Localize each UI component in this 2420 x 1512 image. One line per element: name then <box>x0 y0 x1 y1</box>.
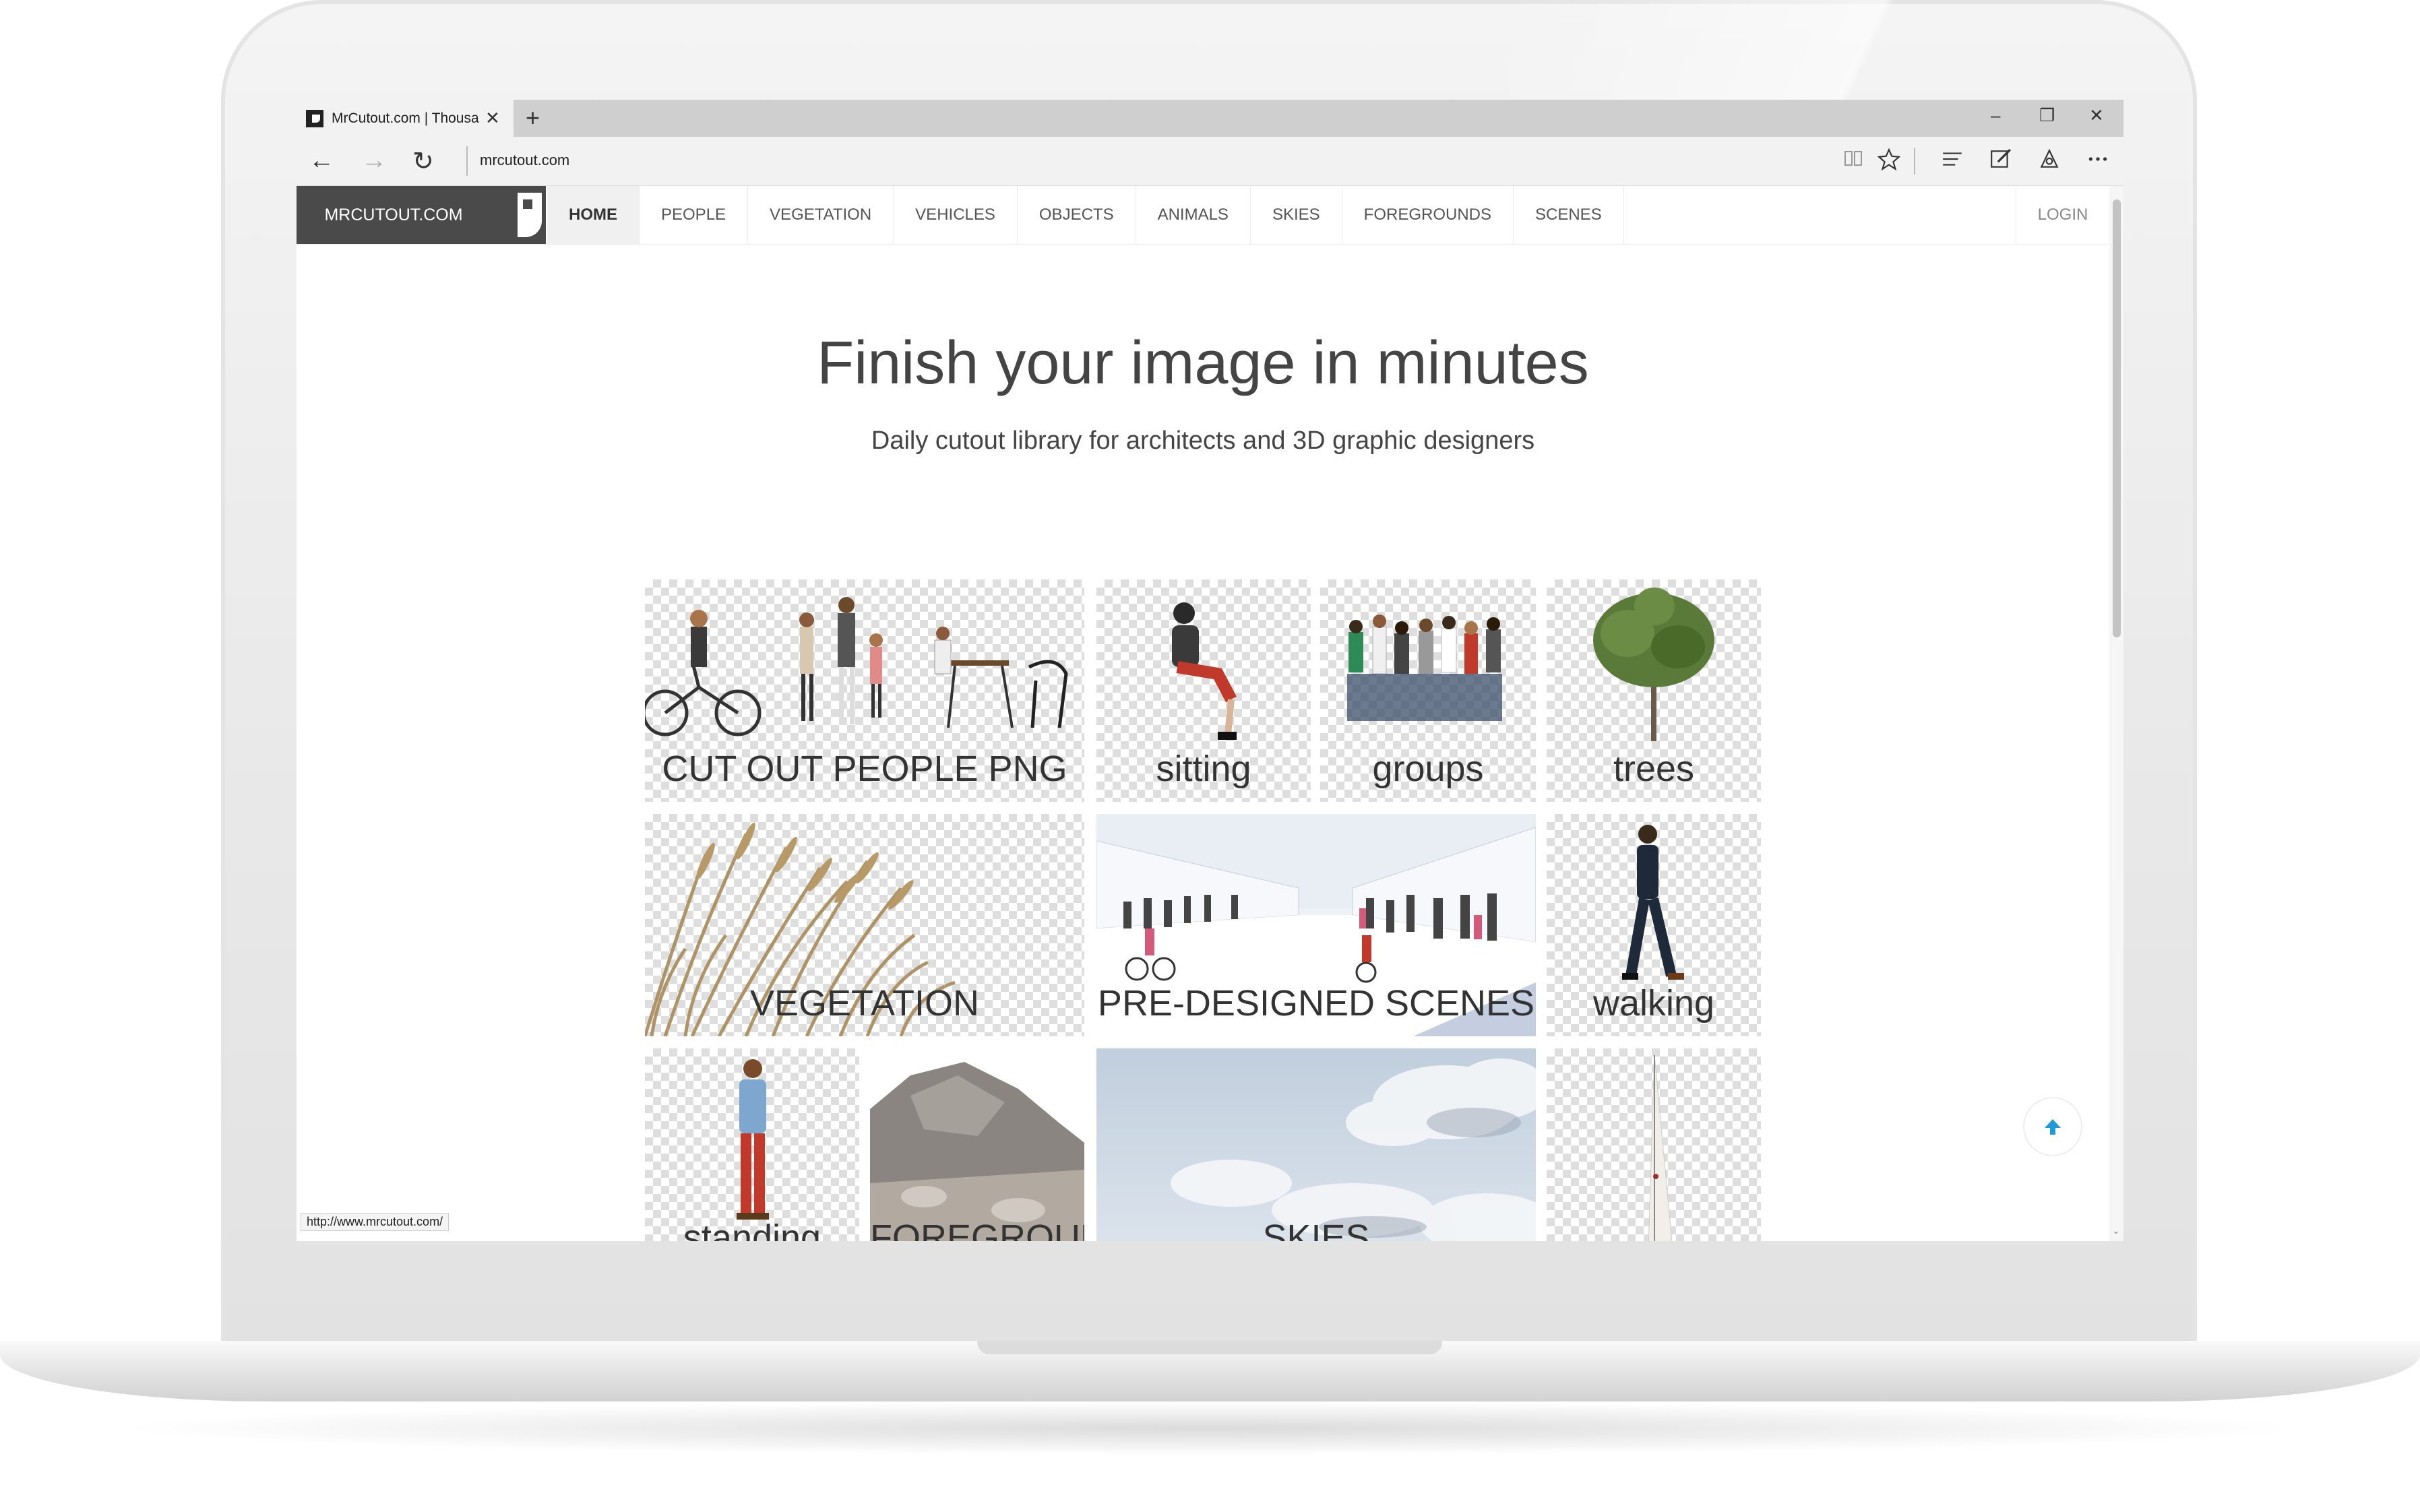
url-field[interactable]: mrcutout.com <box>480 152 569 169</box>
favorite-star-icon[interactable] <box>1877 148 1901 177</box>
browser-tab[interactable]: MrCutout.com | Thousa ✕ <box>297 100 514 137</box>
nav-item-animals[interactable]: ANIMALS <box>1136 186 1251 244</box>
card-groups[interactable]: groups <box>1320 579 1536 802</box>
card-label: standing <box>683 1218 821 1241</box>
nav-item-home[interactable]: HOME <box>547 186 640 244</box>
card-label: VEGETATION <box>749 983 980 1023</box>
share-icon[interactable] <box>2038 148 2061 177</box>
card-label: SKIES <box>1262 1218 1370 1241</box>
minimize-button[interactable]: – <box>1991 105 2000 126</box>
card-skies[interactable]: SKIES <box>1096 1048 1536 1241</box>
page-scrollbar[interactable]: ⌄ <box>2109 186 2123 1241</box>
close-window-button[interactable]: ✕ <box>2089 105 2104 126</box>
nav-links: HOME PEOPLE VEGETATION VEHICLES OBJECTS … <box>547 186 1624 244</box>
card-label: walking <box>1592 983 1715 1023</box>
laptop-notch <box>977 1341 1442 1354</box>
status-url: http://www.mrcutout.com/ <box>301 1213 449 1231</box>
card-trees[interactable]: trees <box>1547 579 1761 802</box>
back-button[interactable]: ← <box>309 146 334 175</box>
new-tab-button[interactable]: + <box>526 104 540 132</box>
nav-item-foregrounds[interactable]: FOREGROUNDS <box>1342 186 1514 244</box>
address-separator <box>466 146 468 176</box>
favicon-icon <box>306 109 323 127</box>
brand-link[interactable]: MRCUTOUT.COM <box>297 186 491 244</box>
nav-item-people[interactable]: PEOPLE <box>640 186 749 244</box>
card-label: FOREGROUND <box>870 1218 1084 1241</box>
more-icon[interactable] <box>2086 148 2109 177</box>
nav-item-objects[interactable]: OBJECTS <box>1018 186 1136 244</box>
card-label: CUT OUT PEOPLE PNG <box>662 749 1067 789</box>
card-foreground[interactable]: FOREGROUND <box>870 1048 1084 1241</box>
hero-subtitle: Daily cutout library for architects and … <box>871 427 1535 455</box>
restore-button[interactable]: ❐ <box>2039 105 2055 126</box>
card-label: PRE-DESIGNED SCENES <box>1097 983 1535 1023</box>
brand-logo-icon[interactable] <box>491 186 546 244</box>
toolbar-separator <box>1914 148 1915 175</box>
tab-bar: MrCutout.com | Thousa ✕ + – ❐ ✕ <box>297 100 2123 137</box>
browser-window: MrCutout.com | Thousa ✕ + – ❐ ✕ ← → ↻ mr… <box>297 100 2123 1241</box>
forward-button[interactable]: → <box>361 146 387 175</box>
card-walking[interactable]: walking <box>1547 814 1761 1036</box>
card-standing[interactable]: standing <box>645 1048 859 1241</box>
card-sitting[interactable]: sitting <box>1096 579 1311 802</box>
card-label: groups <box>1372 749 1484 789</box>
rock-illustration <box>870 1048 1084 1241</box>
address-bar: ← → ↻ mrcutout.com <box>297 137 2123 186</box>
web-note-icon[interactable] <box>1989 148 2012 177</box>
card-label: trees <box>1613 749 1695 789</box>
nav-item-scenes[interactable]: SCENES <box>1514 186 1624 244</box>
nav-item-vegetation[interactable]: VEGETATION <box>748 186 894 244</box>
sky-illustration <box>1096 1048 1536 1241</box>
tab-close-icon[interactable]: ✕ <box>485 108 500 129</box>
scroll-down-icon[interactable]: ⌄ <box>2112 1225 2120 1236</box>
nav-item-vehicles[interactable]: VEHICLES <box>894 186 1018 244</box>
nav-item-skies[interactable]: SKIES <box>1251 186 1342 244</box>
site-navbar: MRCUTOUT.COM HOME PEOPLE VEGETATION VEHI… <box>297 186 2109 245</box>
back-to-top-button[interactable] <box>2023 1097 2082 1156</box>
card-vegetation[interactable]: VEGETATION <box>645 814 1084 1036</box>
reading-view-icon[interactable] <box>1842 148 1864 175</box>
card-cut-out-people[interactable]: CUT OUT PEOPLE PNG <box>645 579 1084 802</box>
sail-illustration <box>1648 1054 1673 1241</box>
card-pre-designed-scenes[interactable]: PRE-DESIGNED SCENES <box>1096 814 1536 1036</box>
tab-title: MrCutout.com | Thousa <box>332 110 479 126</box>
standing-person-illustration <box>737 1059 769 1220</box>
card-label: sitting <box>1156 749 1251 789</box>
login-link[interactable]: LOGIN <box>2016 186 2109 244</box>
hero-title: Finish your image in minutes <box>817 329 1589 397</box>
hub-icon[interactable] <box>1941 148 1964 177</box>
refresh-button[interactable]: ↻ <box>412 146 434 177</box>
scroll-thumb[interactable] <box>2113 199 2121 637</box>
laptop-shadow <box>108 1401 2312 1455</box>
card-boat[interactable] <box>1547 1048 1761 1241</box>
arrow-up-icon <box>2045 1119 2061 1135</box>
